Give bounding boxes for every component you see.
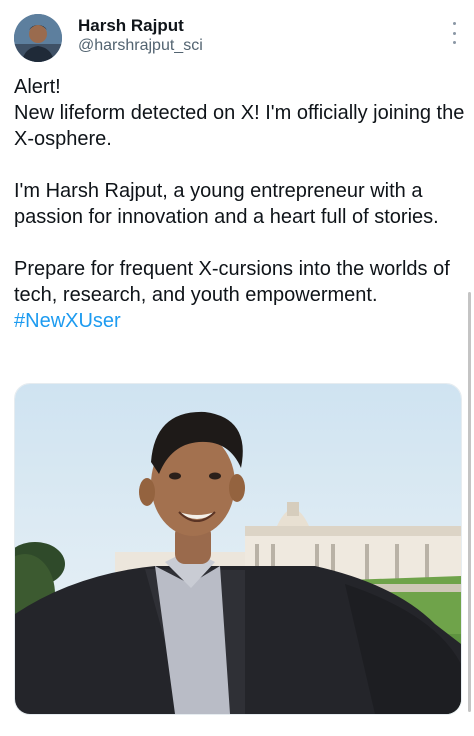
more-options-icon[interactable] (450, 22, 458, 44)
scrollbar[interactable] (468, 292, 471, 712)
tweet-photo[interactable] (14, 383, 462, 715)
tweet-line-alert: Alert! (14, 76, 61, 98)
tweet-paragraph-intro: I'm Harsh Rajput, a young entrepreneur w… (14, 180, 439, 228)
tweet: Harsh Rajput @harshrajput_sci Alert! New… (0, 0, 474, 736)
author-name[interactable]: Harsh Rajput (78, 16, 184, 36)
tweet-paragraph-plans: Prepare for frequent X-cursions into the… (14, 258, 450, 306)
tweet-text: Alert! New lifeform detected on X! I'm o… (14, 74, 466, 334)
tweet-line-announcement: New lifeform detected on X! I'm official… (14, 102, 465, 150)
hashtag-link[interactable]: #NewXUser (14, 310, 121, 332)
avatar[interactable] (14, 14, 62, 62)
author-handle[interactable]: @harshrajput_sci (78, 37, 203, 55)
